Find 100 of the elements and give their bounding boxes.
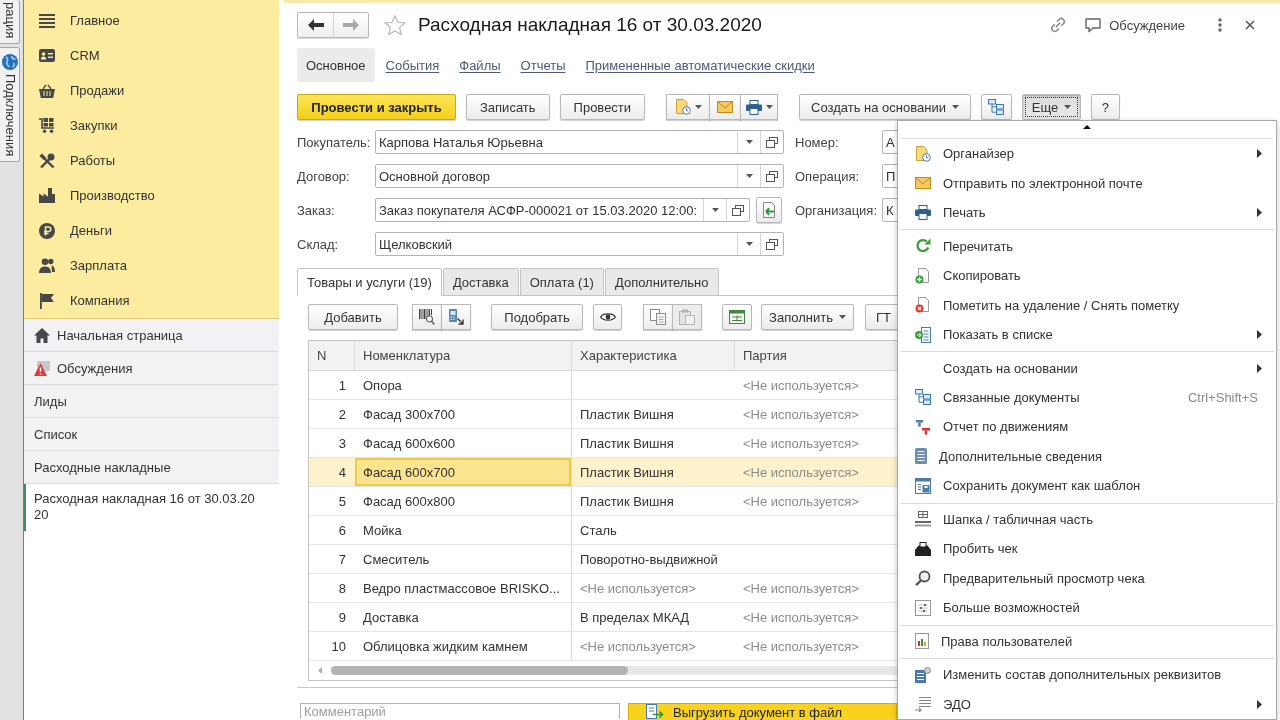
menu-item[interactable]: Отправить по электронной почте (898, 168, 1276, 198)
primary-button[interactable]: Провести и закрыть (297, 94, 456, 120)
menu-item[interactable]: Печать (898, 197, 1276, 228)
form-tab[interactable]: Основное (297, 48, 375, 82)
forward-arrow-icon (343, 19, 359, 31)
cash-register-icon (915, 541, 931, 556)
caret-icon (765, 105, 773, 109)
export-notification[interactable]: Выгрузить документ в файл (628, 703, 897, 720)
close-icon[interactable] (1245, 20, 1255, 30)
discussion-button[interactable]: Обсуждение (1085, 17, 1185, 33)
pick-button[interactable]: Подобрать (491, 304, 583, 330)
side-tab[interactable]: Подключения (0, 47, 20, 163)
scrollbar-thumb[interactable] (331, 666, 628, 675)
table-tab[interactable]: Дополнительно (604, 268, 719, 295)
table-cell: Ведро пластмассовое BRISKO... (355, 574, 572, 602)
section-item[interactable]: Главное (24, 3, 279, 38)
side-tab[interactable]: рация (0, 0, 20, 45)
link-icon[interactable] (1050, 17, 1067, 33)
section-item[interactable]: Производство (24, 178, 279, 213)
section-item[interactable]: Деньги (24, 213, 279, 248)
scroll-up-icon[interactable] (1083, 125, 1091, 129)
section-item[interactable]: Продажи (24, 73, 279, 108)
fill-dropdown-button[interactable]: Заполнить (761, 304, 854, 330)
select-field[interactable]: Щелковский (375, 232, 784, 256)
field-label: Номер: (795, 134, 840, 150)
command-button[interactable]: Записать (466, 94, 550, 120)
command-button[interactable]: Провести (559, 94, 646, 120)
scanner-button[interactable] (441, 304, 471, 330)
menu-item[interactable]: Органайзер (898, 139, 1276, 169)
field-label: Склад: (297, 236, 340, 252)
barcode-button[interactable] (412, 304, 442, 330)
form-tab[interactable]: Файлы (450, 48, 510, 82)
menu-item[interactable]: ЭДО (898, 689, 1276, 719)
column-header[interactable]: N (309, 341, 355, 370)
column-header[interactable]: Номенклатура (355, 341, 572, 370)
table-cell-text: <Не используется> (742, 376, 860, 395)
table-tab[interactable]: Товары и услуги (19) (297, 268, 442, 296)
table-cell-text: Пластик Вишня (579, 405, 675, 424)
document-dropdown-button[interactable] (666, 94, 711, 120)
table-cell-text: 10 (330, 637, 347, 656)
list-arrow-icon (915, 326, 931, 343)
scroll-left-icon[interactable] (318, 667, 322, 674)
section-item[interactable]: Работы (24, 143, 279, 178)
add-button[interactable]: Добавить (308, 304, 398, 330)
table-cell-text: 9 (337, 608, 347, 627)
people-icon (39, 258, 55, 273)
section-item[interactable]: Закупки (24, 108, 279, 143)
column-header[interactable]: Характеристика (572, 341, 735, 370)
nav-item[interactable]: Список (24, 418, 279, 451)
menu-item[interactable]: Изменить состав дополнительных реквизитов (898, 659, 1276, 690)
caret-icon (694, 105, 702, 109)
envelope-icon (915, 177, 931, 190)
section-item[interactable]: Компания (24, 283, 279, 318)
nav-item[interactable]: Обсуждения (24, 352, 279, 385)
field-label: Покупатель: (297, 134, 372, 150)
create-based-on-button[interactable]: Создать на основании (799, 94, 971, 120)
chat-icon (1085, 17, 1102, 33)
menu-item[interactable]: Перечитать (898, 231, 1276, 261)
select-field[interactable]: Основной договор (375, 164, 784, 188)
print-button[interactable] (740, 94, 779, 120)
table-cell-text: <Не используется> (742, 579, 860, 598)
document-delete-icon (915, 297, 931, 314)
table-cell-text: 5 (337, 492, 347, 511)
home-icon (34, 327, 50, 343)
fill-button[interactable] (756, 197, 782, 223)
email-button[interactable] (709, 94, 742, 120)
save-template-icon (915, 477, 931, 494)
contact-card-icon (39, 49, 55, 62)
section-item[interactable]: CRM (24, 38, 279, 73)
select-field[interactable]: Карпова Наталья Юрьевна (375, 130, 784, 154)
view-button[interactable] (593, 304, 622, 330)
nav-item[interactable]: Расходные накладные (24, 451, 279, 484)
table-tab[interactable]: Оплата (1) (519, 268, 604, 295)
comment-field[interactable]: Комментарий (300, 703, 620, 719)
form-tab[interactable]: События (376, 48, 449, 82)
form-tab[interactable]: Отчеты (511, 48, 575, 82)
hierarchy-icon (988, 99, 1005, 115)
menu-item[interactable]: Права пользователей (898, 626, 1276, 656)
structure-button[interactable] (980, 94, 1012, 120)
spreadsheet-button[interactable] (722, 304, 752, 330)
menu-item[interactable]: Скопировать (898, 260, 1276, 291)
copy-button[interactable] (643, 304, 673, 330)
document-arrow-icon (761, 202, 777, 218)
more-icon[interactable] (1218, 18, 1222, 32)
favorite-star-icon[interactable] (384, 14, 406, 36)
select-field[interactable]: Заказ покупателя АСФР-000021 от 15.03.2020 12:00: (375, 198, 750, 222)
nav-item[interactable]: Начальная страница (24, 319, 279, 352)
document-clock-icon (915, 145, 931, 162)
caret-icon (745, 242, 753, 246)
section-item[interactable]: Зарплата (24, 248, 279, 283)
caret-icon (951, 105, 959, 109)
caret-icon (745, 174, 753, 178)
printer-icon (745, 99, 762, 115)
back-button[interactable] (298, 13, 333, 37)
nav-item[interactable]: Лиды (24, 385, 279, 418)
more-button[interactable]: Еще (1021, 94, 1081, 120)
copy-icon (650, 309, 666, 325)
help-button[interactable]: ? (1090, 94, 1120, 120)
form-tab[interactable]: Примененные автоматические скидки (576, 48, 824, 82)
table-tab[interactable]: Доставка (442, 268, 519, 295)
